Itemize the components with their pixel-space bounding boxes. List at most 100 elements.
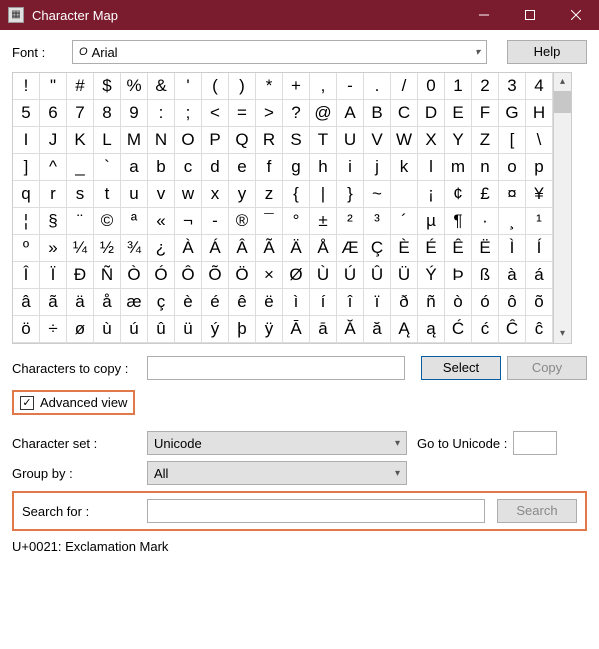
char-cell[interactable]: 1 [445, 73, 472, 100]
char-cell[interactable]: U [337, 127, 364, 154]
char-cell[interactable]: l [418, 154, 445, 181]
search-input[interactable] [147, 499, 485, 523]
search-button[interactable]: Search [497, 499, 577, 523]
char-cell[interactable]: i [337, 154, 364, 181]
select-button[interactable]: Select [421, 356, 501, 380]
char-cell[interactable]: ¡ [418, 181, 445, 208]
char-cell[interactable]: Ô [175, 262, 202, 289]
char-cell[interactable]: . [364, 73, 391, 100]
char-cell[interactable]: o [499, 154, 526, 181]
char-cell[interactable]: ^ [40, 154, 67, 181]
char-cell[interactable]: ï [364, 289, 391, 316]
char-cell[interactable]: ² [337, 208, 364, 235]
char-cell[interactable]: Þ [445, 262, 472, 289]
char-cell[interactable]: © [94, 208, 121, 235]
char-cell[interactable]: Ö [229, 262, 256, 289]
char-cell[interactable]: t [94, 181, 121, 208]
char-cell[interactable]: ¥ [526, 181, 553, 208]
scroll-up-button[interactable]: ▴ [554, 73, 571, 91]
char-cell[interactable]: F [472, 100, 499, 127]
char-cell[interactable]: Z [472, 127, 499, 154]
char-cell[interactable]: µ [418, 208, 445, 235]
char-cell[interactable]: Æ [337, 235, 364, 262]
char-cell[interactable]: x [202, 181, 229, 208]
char-cell[interactable]: N [148, 127, 175, 154]
char-cell[interactable]: Ý [418, 262, 445, 289]
char-cell[interactable]: ¹ [526, 208, 553, 235]
char-cell[interactable]: ? [283, 100, 310, 127]
char-cell[interactable]: Ç [364, 235, 391, 262]
char-cell[interactable]: ÿ [256, 316, 283, 343]
char-cell[interactable]: R [256, 127, 283, 154]
advanced-view-checkbox[interactable]: ✓ [20, 396, 34, 410]
char-cell[interactable]: Ù [310, 262, 337, 289]
char-cell[interactable]: Ä [283, 235, 310, 262]
char-cell[interactable]: ù [94, 316, 121, 343]
char-cell[interactable]: # [67, 73, 94, 100]
char-cell[interactable]: ¢ [445, 181, 472, 208]
char-cell[interactable]: ā [310, 316, 337, 343]
char-cell[interactable]: @ [310, 100, 337, 127]
char-cell[interactable]: æ [121, 289, 148, 316]
char-cell[interactable]: î [337, 289, 364, 316]
char-cell[interactable]: á [526, 262, 553, 289]
char-cell[interactable]: { [283, 181, 310, 208]
char-cell[interactable]: j [364, 154, 391, 181]
char-cell[interactable]: Ĉ [499, 316, 526, 343]
char-cell[interactable]: Ñ [94, 262, 121, 289]
char-cell[interactable]: û [148, 316, 175, 343]
char-cell[interactable]: q [13, 181, 40, 208]
char-cell[interactable]: Û [364, 262, 391, 289]
char-cell[interactable]: ª [121, 208, 148, 235]
char-cell[interactable]: Ê [445, 235, 472, 262]
char-cell[interactable]: · [472, 208, 499, 235]
char-cell[interactable]: ì [283, 289, 310, 316]
char-cell[interactable]: ( [202, 73, 229, 100]
scroll-thumb[interactable] [554, 91, 571, 113]
char-cell[interactable]: g [283, 154, 310, 181]
char-cell[interactable]: å [94, 289, 121, 316]
char-cell[interactable]: v [148, 181, 175, 208]
char-cell[interactable]: A [337, 100, 364, 127]
char-cell[interactable]: Ë [472, 235, 499, 262]
char-cell[interactable]: b [148, 154, 175, 181]
char-cell[interactable]: ¦ [13, 208, 40, 235]
char-cell[interactable]: ¨ [67, 208, 94, 235]
char-cell[interactable]: Â [229, 235, 256, 262]
char-cell[interactable]: ¼ [67, 235, 94, 262]
char-cell[interactable]: ä [67, 289, 94, 316]
char-cell[interactable]: ö [13, 316, 40, 343]
char-cell[interactable]: » [40, 235, 67, 262]
char-cell[interactable]: 6 [40, 100, 67, 127]
char-cell[interactable]: z [256, 181, 283, 208]
char-cell[interactable]: Ó [148, 262, 175, 289]
char-cell[interactable]: § [40, 208, 67, 235]
copy-button[interactable]: Copy [507, 356, 587, 380]
char-cell[interactable]: ã [40, 289, 67, 316]
char-cell[interactable]: X [418, 127, 445, 154]
char-cell[interactable]: Ò [121, 262, 148, 289]
char-cell[interactable]: Ã [256, 235, 283, 262]
char-cell[interactable]: Q [229, 127, 256, 154]
char-cell[interactable]: s [67, 181, 94, 208]
char-cell[interactable]: ° [283, 208, 310, 235]
char-cell[interactable]: ĉ [526, 316, 553, 343]
char-cell[interactable]: 8 [94, 100, 121, 127]
char-cell[interactable]: « [148, 208, 175, 235]
char-cell[interactable]: _ [67, 154, 94, 181]
char-cell[interactable]: Y [445, 127, 472, 154]
char-cell[interactable]: h [310, 154, 337, 181]
char-cell[interactable]: k [391, 154, 418, 181]
char-cell[interactable]: M [121, 127, 148, 154]
char-cell[interactable]: ¿ [148, 235, 175, 262]
goto-unicode-input[interactable] [513, 431, 557, 455]
char-cell[interactable]: & [148, 73, 175, 100]
char-cell[interactable]: O [175, 127, 202, 154]
char-cell[interactable]: ý [202, 316, 229, 343]
char-cell[interactable]: p [526, 154, 553, 181]
char-cell[interactable]: ü [175, 316, 202, 343]
char-cell[interactable]: ' [175, 73, 202, 100]
char-cell[interactable]: % [121, 73, 148, 100]
char-cell[interactable]: ñ [418, 289, 445, 316]
char-cell[interactable]: ÷ [40, 316, 67, 343]
